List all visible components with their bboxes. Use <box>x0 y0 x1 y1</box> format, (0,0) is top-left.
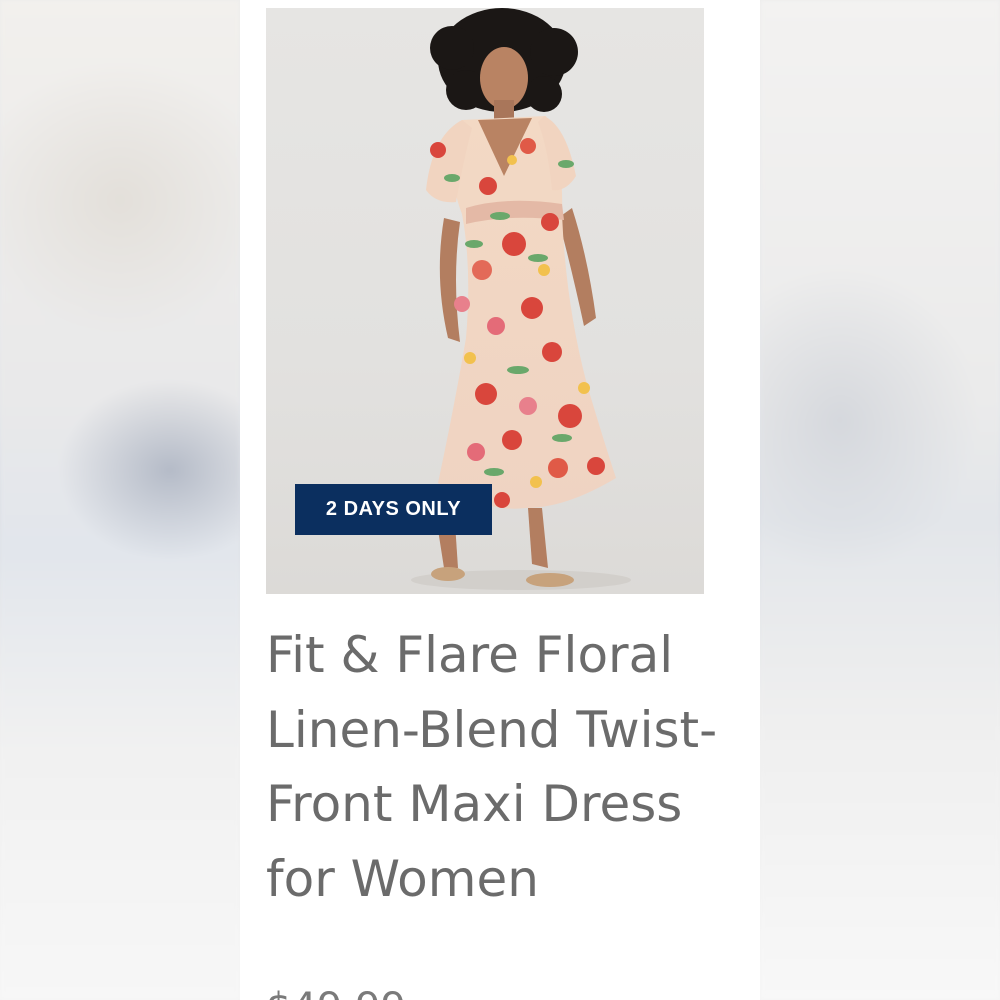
blurred-background-left <box>0 0 240 1000</box>
product-title[interactable]: Fit & Flare Floral Linen-Blend Twist-Fro… <box>266 618 736 916</box>
product-image[interactable]: 2 DAYS ONLY <box>266 8 704 594</box>
product-card[interactable]: 2 DAYS ONLY Fit & Flare Floral Linen-Ble… <box>240 0 760 1000</box>
blurred-background-right <box>760 0 1000 1000</box>
screenshot-stage: 2 DAYS ONLY Fit & Flare Floral Linen-Ble… <box>0 0 1000 1000</box>
product-price: $49.99 <box>266 988 406 1000</box>
promo-badge: 2 DAYS ONLY <box>295 484 492 535</box>
